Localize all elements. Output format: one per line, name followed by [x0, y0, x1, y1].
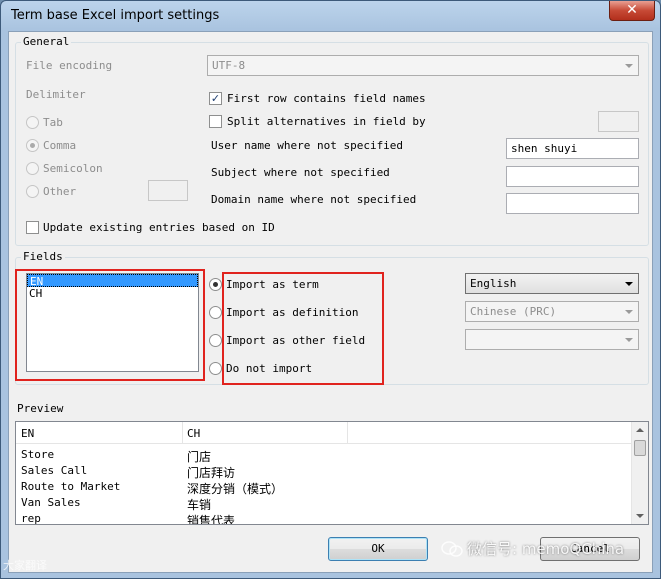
first-row-label: First row contains field names [227, 92, 426, 105]
other-delimiter-input[interactable] [148, 180, 188, 201]
term-language-value: English [470, 277, 517, 290]
import-options-highlight [222, 272, 384, 385]
subject-input[interactable] [506, 166, 639, 187]
delimiter-tab-radio[interactable] [26, 116, 39, 129]
watermark-text: 微信号: memoQChina [467, 540, 625, 558]
do-not-import-radio[interactable] [209, 362, 222, 375]
watermark-left-text: 大家翻译 [3, 559, 47, 572]
split-alternatives-label: Split alternatives in field by [227, 115, 426, 128]
domain-label: Domain name where not specified [211, 193, 417, 206]
update-existing-label: Update existing entries based on ID [43, 221, 275, 234]
dialog-client: General File encoding UTF-8 Delimiter Ta… [8, 31, 653, 573]
definition-language-select[interactable]: Chinese (PRC) [465, 301, 639, 322]
subject-label: Subject where not specified [211, 166, 390, 179]
delimiter-semicolon-radio[interactable] [26, 162, 39, 175]
update-existing-checkbox[interactable] [26, 221, 39, 234]
import-other-field-radio[interactable] [209, 334, 222, 347]
delimiter-comma-label: Comma [43, 139, 77, 152]
file-encoding-label: File encoding [26, 59, 113, 72]
title-bar[interactable]: Term base Excel import settings ✕ [1, 1, 660, 31]
scroll-down-icon[interactable] [636, 514, 644, 518]
split-alternatives-checkbox[interactable] [209, 115, 222, 128]
ok-button[interactable]: OK [328, 537, 428, 561]
table-row: Route to Market 深度分销（模式） [21, 480, 284, 496]
domain-input[interactable] [506, 193, 639, 214]
chevron-down-icon [625, 64, 633, 68]
preview-col-en[interactable]: EN [21, 427, 34, 440]
file-encoding-value: UTF-8 [212, 59, 246, 72]
fields-legend: Fields [21, 250, 65, 263]
dialog-window: Term base Excel import settings ✕ Genera… [0, 0, 661, 579]
scroll-thumb[interactable] [634, 440, 646, 456]
delimiter-tab-label: Tab [43, 116, 63, 129]
file-encoding-select[interactable]: UTF-8 [207, 55, 639, 76]
other-field-select[interactable] [465, 329, 639, 350]
delimiter-other-radio[interactable] [26, 185, 39, 198]
general-legend: General [21, 35, 72, 48]
split-separator-input[interactable] [598, 111, 639, 132]
term-language-select[interactable]: English [465, 273, 639, 294]
preview-col-ch[interactable]: CH [187, 427, 200, 440]
import-term-radio[interactable] [209, 278, 222, 291]
delimiter-label: Delimiter [26, 88, 86, 101]
definition-language-value: Chinese (PRC) [470, 305, 557, 318]
preview-header: EN CH [16, 422, 634, 444]
wechat-icon [441, 541, 463, 557]
close-icon: ✕ [626, 2, 638, 18]
first-row-checkbox[interactable]: ✓ [209, 92, 222, 105]
chevron-down-icon [625, 310, 633, 314]
table-row: Sales Call 门店拜访 [21, 464, 236, 480]
user-name-label: User name where not specified [211, 139, 404, 152]
table-row: rep 销售代表 [21, 512, 236, 525]
preview-label: Preview [17, 402, 64, 415]
delimiter-comma-radio[interactable] [26, 139, 39, 152]
chevron-down-icon [625, 282, 633, 286]
user-name-input[interactable]: shen shuyi [506, 138, 639, 159]
preview-table[interactable]: EN CH Store 门店 Sales Call 门店拜访 Route to … [15, 421, 649, 525]
window-title: Term base Excel import settings [11, 8, 220, 23]
close-button[interactable]: ✕ [609, 1, 655, 21]
preview-scrollbar[interactable] [631, 422, 648, 524]
chevron-down-icon [625, 338, 633, 342]
delimiter-other-label: Other [43, 185, 77, 198]
delimiter-semicolon-label: Semicolon [43, 162, 103, 175]
fields-list-highlight [15, 269, 205, 381]
table-row: Store 门店 [21, 448, 212, 464]
import-definition-radio[interactable] [209, 306, 222, 319]
table-row: Van Sales 车销 [21, 496, 212, 512]
scroll-up-icon[interactable] [636, 428, 644, 432]
